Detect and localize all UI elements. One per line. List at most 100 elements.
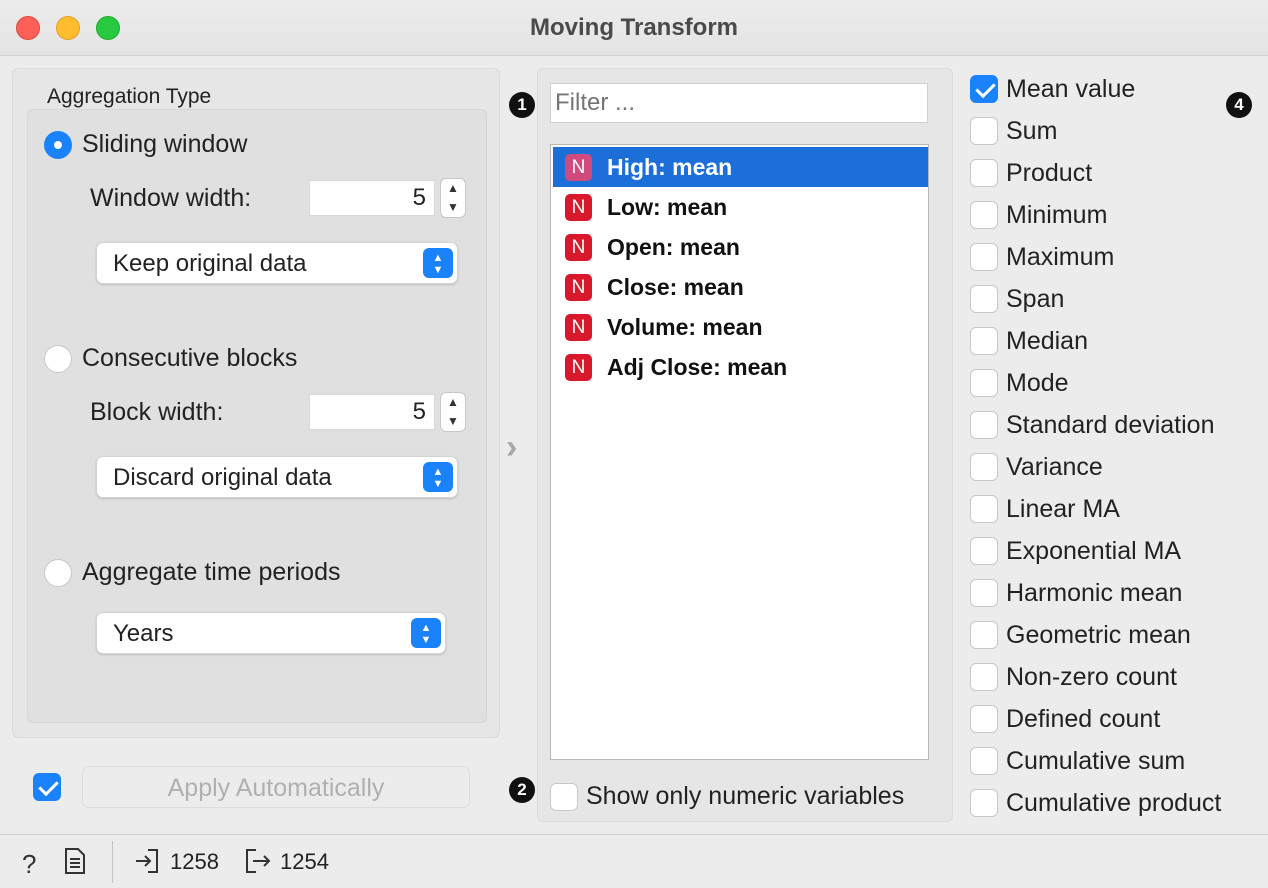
numeric-only-label[interactable]: Show only numeric variables [586, 782, 904, 811]
report-icon[interactable] [64, 847, 86, 882]
numeric-variable-icon: N [565, 194, 592, 221]
numeric-variable-icon: N [565, 314, 592, 341]
agg-checkbox[interactable] [970, 201, 998, 229]
badge-four: 4 [1226, 92, 1252, 118]
agg-label: Non-zero count [1006, 663, 1177, 691]
variable-row-adj-close[interactable]: N Adj Close: mean [553, 347, 928, 387]
status-separator [112, 841, 113, 883]
agg-checkbox[interactable] [970, 243, 998, 271]
chevron-right-icon: › [506, 428, 518, 466]
variable-name: High: mean [607, 154, 733, 180]
output-count: 1254 [280, 849, 329, 874]
chevron-up-icon[interactable]: ▲ [441, 179, 465, 198]
agg-checkbox[interactable] [970, 537, 998, 565]
period-value: Years [113, 620, 174, 647]
numeric-variable-icon: N [565, 274, 592, 301]
agg-label: Cumulative sum [1006, 747, 1186, 775]
block-width-label: Block width: [90, 398, 224, 426]
window-width-label: Window width: [90, 184, 252, 212]
variable-name: Volume: mean [607, 314, 763, 340]
window-title: Moving Transform [529, 14, 739, 41]
variable-name: Close: mean [607, 274, 744, 300]
agg-checkbox[interactable] [970, 495, 998, 523]
block-width-stepper[interactable]: ▲ ▼ [440, 392, 466, 432]
block-width-input[interactable]: 5 [309, 394, 435, 430]
window-width-input[interactable]: 5 [309, 180, 435, 216]
agg-checkbox[interactable] [970, 117, 998, 145]
agg-checkbox[interactable] [970, 285, 998, 313]
variable-name: Open: mean [607, 234, 740, 260]
agg-label: Standard deviation [1006, 411, 1215, 439]
output-icon [244, 847, 272, 882]
numeric-variable-icon: N [565, 154, 592, 181]
aggregate-periods-label[interactable]: Aggregate time periods [82, 558, 340, 587]
agg-label: Mean value [1006, 75, 1136, 103]
agg-label: Product [1006, 159, 1093, 187]
agg-label: Variance [1006, 453, 1103, 481]
aggregate-periods-radio[interactable] [44, 559, 72, 587]
agg-label: Exponential MA [1006, 537, 1182, 565]
agg-label: Median [1006, 327, 1088, 355]
agg-checkbox[interactable] [970, 579, 998, 607]
agg-label: Maximum [1006, 243, 1115, 271]
blocks-mode-select[interactable]: Discard original data ▲ ▼ [96, 456, 458, 498]
variable-name: Adj Close: mean [607, 354, 788, 380]
title-bar: Moving Transform [0, 0, 1268, 56]
sliding-mode-value: Keep original data [113, 250, 307, 277]
moving-transform-window: Moving Transform Aggregation Type Slidin… [0, 0, 1268, 888]
variable-row-close[interactable]: N Close: mean [553, 267, 928, 307]
window-width-stepper[interactable]: ▲ ▼ [440, 178, 466, 218]
numeric-variable-icon: N [565, 354, 592, 381]
variable-row-high[interactable]: N High: mean [553, 147, 928, 187]
sliding-mode-select[interactable]: Keep original data ▲ ▼ [96, 242, 458, 284]
agg-label: Geometric mean [1006, 621, 1191, 649]
chevron-up-icon[interactable]: ▲ [441, 393, 465, 412]
aggregation-type-label: Aggregation Type [47, 85, 212, 108]
consecutive-blocks-radio[interactable] [44, 345, 72, 373]
chevron-down-icon[interactable]: ▼ [441, 412, 465, 431]
updown-chevron-icon: ▲ ▼ [423, 248, 453, 278]
help-icon[interactable]: ? [22, 849, 36, 880]
blocks-mode-value: Discard original data [113, 464, 332, 491]
agg-label: Linear MA [1006, 495, 1120, 523]
agg-checkbox[interactable] [970, 411, 998, 439]
agg-checkbox[interactable] [970, 75, 998, 103]
agg-checkbox[interactable] [970, 369, 998, 397]
agg-checkbox[interactable] [970, 789, 998, 817]
apply-button[interactable]: Apply Automatically [82, 766, 470, 808]
agg-label: Sum [1006, 117, 1058, 145]
period-select[interactable]: Years ▲ ▼ [96, 612, 446, 654]
agg-checkbox[interactable] [970, 747, 998, 775]
input-icon [134, 847, 160, 882]
updown-chevron-icon: ▲ ▼ [411, 618, 441, 648]
variable-row-open[interactable]: N Open: mean [553, 227, 928, 267]
agg-checkbox[interactable] [970, 621, 998, 649]
agg-label: Minimum [1006, 201, 1108, 229]
numeric-variable-icon: N [565, 234, 592, 261]
agg-label: Cumulative product [1006, 789, 1222, 817]
variable-row-volume[interactable]: N Volume: mean [553, 307, 928, 347]
agg-label: Mode [1006, 369, 1069, 397]
numeric-only-checkbox[interactable] [550, 783, 578, 811]
variable-row-low[interactable]: N Low: mean [553, 187, 928, 227]
sliding-window-radio[interactable] [44, 131, 72, 159]
agg-checkbox[interactable] [970, 663, 998, 691]
variable-list[interactable]: N High: mean N Low: mean N Open: mean N … [550, 144, 929, 760]
apply-automatically-checkbox[interactable] [33, 773, 61, 801]
consecutive-blocks-label[interactable]: Consecutive blocks [82, 344, 297, 373]
updown-chevron-icon: ▲ ▼ [423, 462, 453, 492]
agg-checkbox[interactable] [970, 453, 998, 481]
agg-label: Defined count [1006, 705, 1161, 733]
agg-checkbox[interactable] [970, 159, 998, 187]
agg-checkbox[interactable] [970, 705, 998, 733]
agg-label: Harmonic mean [1006, 579, 1183, 607]
badge-one: 1 [509, 92, 535, 118]
filter-input[interactable] [550, 83, 928, 123]
sliding-window-label[interactable]: Sliding window [82, 130, 247, 159]
status-bar: ? 1258 1254 [0, 834, 1268, 888]
agg-label: Span [1006, 285, 1065, 313]
input-count: 1258 [170, 849, 219, 874]
badge-two: 2 [509, 777, 535, 803]
agg-checkbox[interactable] [970, 327, 998, 355]
chevron-down-icon[interactable]: ▼ [441, 198, 465, 217]
